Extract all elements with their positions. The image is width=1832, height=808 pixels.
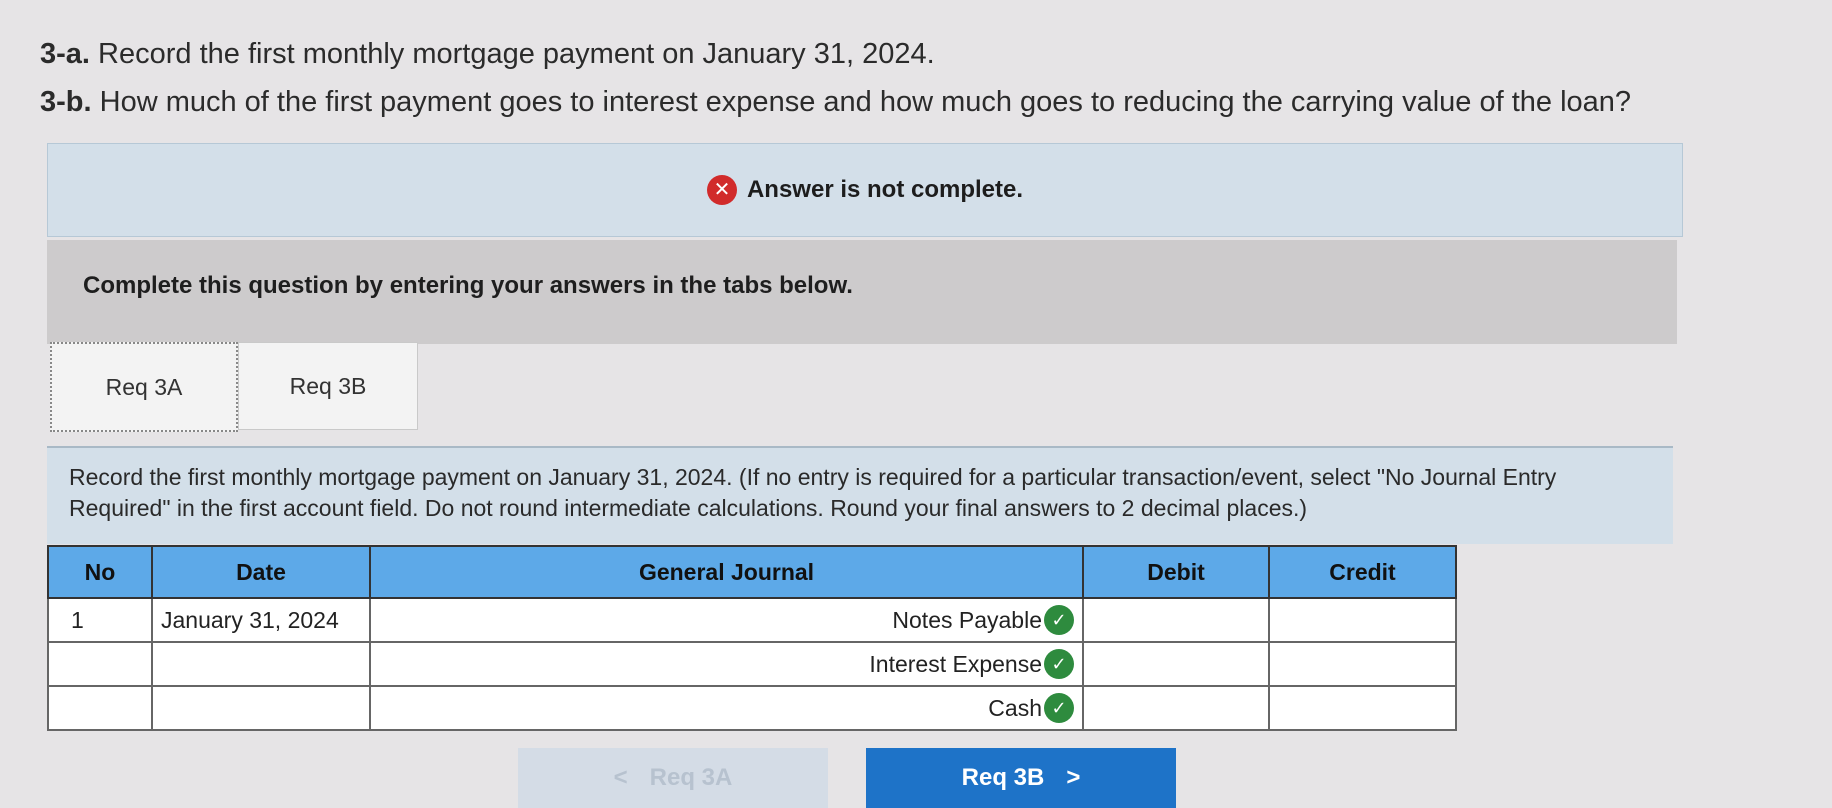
question-part-b: 3-b. How much of the first payment goes …: [40, 86, 1631, 119]
journal-table: No Date General Journal Debit Credit 1 J…: [47, 545, 1457, 731]
next-req-label: Req 3B: [961, 764, 1045, 791]
question-part-a-text: Record the first monthly mortgage paymen…: [98, 38, 935, 70]
col-header-debit: Debit: [1082, 545, 1270, 599]
col-header-general-journal: General Journal: [369, 545, 1084, 599]
journal-row: 1 January 31, 2024 Notes Payable ✓: [47, 597, 1457, 643]
check-circle-icon: ✓: [1044, 605, 1074, 635]
account-name: Cash: [988, 694, 1042, 721]
record-instructions-text: Record the first monthly mortgage paymen…: [69, 464, 1557, 521]
instructions-bar: Complete this question by entering your …: [47, 240, 1677, 344]
answer-status-banner: ✕ Answer is not complete.: [47, 143, 1683, 237]
record-instructions-panel: Record the first monthly mortgage paymen…: [47, 446, 1673, 544]
date-cell[interactable]: January 31, 2024: [151, 597, 371, 643]
chevron-left-icon: <: [613, 764, 628, 791]
check-circle-icon: ✓: [1044, 649, 1074, 679]
debit-input[interactable]: [1082, 597, 1270, 643]
debit-input[interactable]: [1082, 641, 1270, 687]
tab-req-3a-label: Req 3A: [105, 373, 183, 400]
prev-req-button[interactable]: < Req 3A: [518, 748, 828, 808]
next-req-button[interactable]: Req 3B >: [866, 748, 1176, 808]
answer-status-text: Answer is not complete.: [746, 176, 1024, 203]
col-header-no: No: [47, 545, 153, 599]
x-circle-icon: ✕: [706, 175, 737, 205]
account-cell[interactable]: Cash ✓: [369, 685, 1084, 731]
account-name: Interest Expense: [869, 650, 1042, 677]
tab-req-3a[interactable]: Req 3A: [50, 342, 238, 432]
row-no-cell: [47, 685, 153, 731]
journal-row: Cash ✓: [47, 685, 1457, 731]
date-cell[interactable]: [151, 685, 371, 731]
row-no-cell: 1: [47, 597, 153, 643]
tab-req-3b-label: Req 3B: [289, 372, 367, 399]
instructions-text: Complete this question by entering your …: [83, 272, 853, 299]
chevron-right-icon: >: [1066, 764, 1081, 791]
question-part-b-text: How much of the first payment goes to in…: [99, 86, 1632, 118]
col-header-date: Date: [151, 545, 371, 599]
col-header-credit: Credit: [1268, 545, 1457, 599]
row-no-cell: [47, 641, 153, 687]
tab-req-3b[interactable]: Req 3B: [238, 342, 418, 430]
account-cell[interactable]: Interest Expense ✓: [369, 641, 1084, 687]
journal-header-row: No Date General Journal Debit Credit: [47, 545, 1457, 599]
account-cell[interactable]: Notes Payable ✓: [369, 597, 1084, 643]
debit-input[interactable]: [1082, 685, 1270, 731]
credit-input[interactable]: [1268, 597, 1457, 643]
check-circle-icon: ✓: [1044, 693, 1074, 723]
question-part-a: 3-a. Record the first monthly mortgage p…: [40, 38, 935, 71]
date-cell[interactable]: [151, 641, 371, 687]
credit-input[interactable]: [1268, 641, 1457, 687]
question-part-b-label: 3-b.: [40, 86, 92, 118]
prev-req-label: Req 3A: [649, 764, 733, 791]
journal-row: Interest Expense ✓: [47, 641, 1457, 687]
account-name: Notes Payable: [892, 606, 1042, 633]
question-part-a-label: 3-a.: [40, 38, 90, 70]
credit-input[interactable]: [1268, 685, 1457, 731]
